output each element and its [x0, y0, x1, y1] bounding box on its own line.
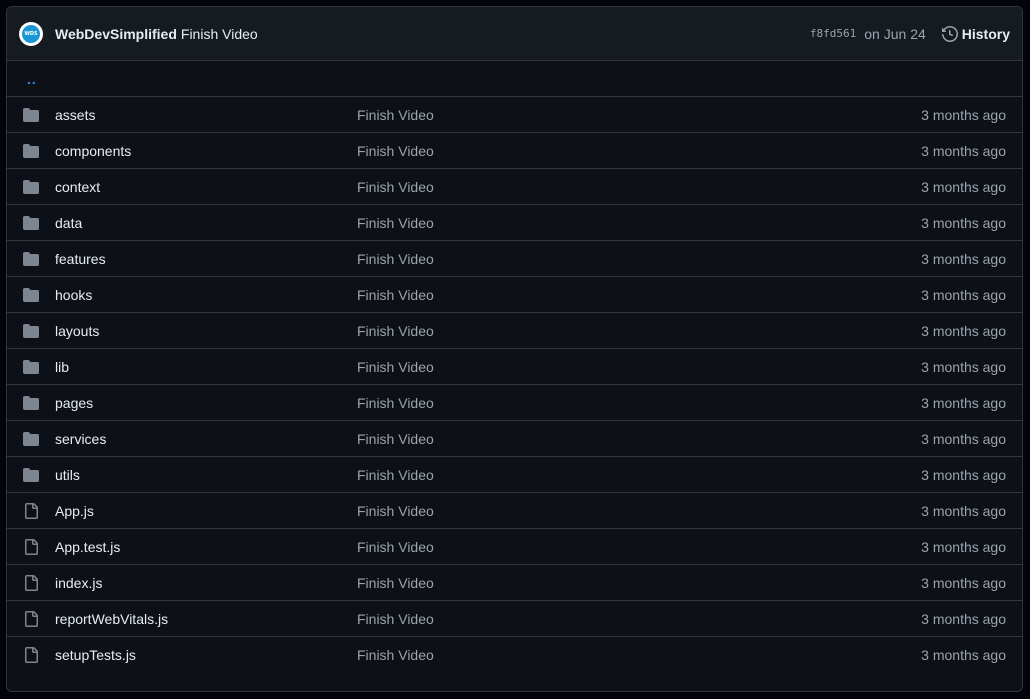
- file-row-context[interactable]: context Finish Video 3 months ago: [7, 169, 1022, 205]
- file-list: assets Finish Video 3 months ago components…: [7, 97, 1022, 673]
- commit-message-link[interactable]: Finish Video: [357, 251, 921, 267]
- commit-age: 3 months ago: [921, 106, 1006, 123]
- file-row-lib[interactable]: lib Finish Video 3 months ago: [7, 349, 1022, 385]
- commit-age: 3 months ago: [921, 286, 1006, 303]
- folder-icon: [23, 431, 39, 447]
- commit-message-link[interactable]: Finish Video: [357, 359, 921, 375]
- file-icon: [23, 647, 39, 663]
- file-name-link[interactable]: hooks: [55, 287, 357, 303]
- commit-age: 3 months ago: [921, 214, 1006, 231]
- commit-message-link[interactable]: Finish Video: [357, 395, 921, 411]
- folder-icon: [23, 323, 39, 339]
- commit-message-link[interactable]: Finish Video: [357, 611, 921, 627]
- commit-message-link[interactable]: Finish Video: [181, 26, 258, 42]
- commit-message-link[interactable]: Finish Video: [357, 323, 921, 339]
- commit-age: 3 months ago: [921, 610, 1006, 627]
- file-name-link[interactable]: features: [55, 251, 357, 267]
- commit-message-link[interactable]: Finish Video: [357, 575, 921, 591]
- file-row-hooks[interactable]: hooks Finish Video 3 months ago: [7, 277, 1022, 313]
- commit-age: 3 months ago: [921, 538, 1006, 555]
- folder-icon: [23, 395, 39, 411]
- history-icon: [941, 25, 958, 42]
- commit-age: 3 months ago: [921, 358, 1006, 375]
- file-row-data[interactable]: data Finish Video 3 months ago: [7, 205, 1022, 241]
- file-row-components[interactable]: components Finish Video 3 months ago: [7, 133, 1022, 169]
- avatar[interactable]: WDS: [19, 21, 43, 46]
- file-row-app-test-js[interactable]: App.test.js Finish Video 3 months ago: [7, 529, 1022, 565]
- file-name-link[interactable]: utils: [55, 467, 357, 483]
- file-name-link[interactable]: lib: [55, 359, 357, 375]
- commit-author-link[interactable]: WebDevSimplified: [55, 26, 177, 42]
- file-row-index-js[interactable]: index.js Finish Video 3 months ago: [7, 565, 1022, 601]
- history-label: History: [961, 25, 1010, 42]
- file-browser: WDS WebDevSimplified Finish Video f8fd56…: [6, 6, 1023, 692]
- parent-directory-link[interactable]: ..: [23, 71, 37, 87]
- commit-message-link[interactable]: Finish Video: [357, 647, 921, 663]
- commit-message-link[interactable]: Finish Video: [357, 467, 921, 483]
- file-row-services[interactable]: services Finish Video 3 months ago: [7, 421, 1022, 457]
- commit-message-link[interactable]: Finish Video: [357, 179, 921, 195]
- commit-age: 3 months ago: [921, 430, 1006, 447]
- file-icon: [23, 502, 39, 519]
- file-icon: [23, 574, 39, 591]
- folder-icon: [23, 215, 39, 231]
- commit-age: 3 months ago: [921, 394, 1006, 411]
- file-name-link[interactable]: context: [55, 179, 357, 195]
- commit-message-link[interactable]: Finish Video: [357, 539, 921, 555]
- file-name-link[interactable]: App.js: [55, 503, 357, 519]
- commit-message-link[interactable]: Finish Video: [357, 503, 921, 519]
- commit-age: 3 months ago: [921, 250, 1006, 267]
- folder-icon: [23, 179, 39, 195]
- folder-icon: [23, 143, 39, 159]
- file-name-link[interactable]: App.test.js: [55, 539, 357, 555]
- file-row-features[interactable]: features Finish Video 3 months ago: [7, 241, 1022, 277]
- file-row-utils[interactable]: utils Finish Video 3 months ago: [7, 457, 1022, 493]
- latest-commit-bar: WDS WebDevSimplified Finish Video f8fd56…: [7, 7, 1022, 61]
- parent-directory-row[interactable]: ..: [7, 61, 1022, 97]
- commit-age: 3 months ago: [921, 574, 1006, 591]
- commit-age: 3 months ago: [921, 322, 1006, 339]
- file-name-link[interactable]: layouts: [55, 323, 357, 339]
- commit-age: 3 months ago: [921, 502, 1006, 519]
- file-row-pages[interactable]: pages Finish Video 3 months ago: [7, 385, 1022, 421]
- file-row-assets[interactable]: assets Finish Video 3 months ago: [7, 97, 1022, 133]
- file-name-link[interactable]: pages: [55, 395, 357, 411]
- avatar-logo: WDS: [22, 24, 40, 43]
- commit-message-link[interactable]: Finish Video: [357, 215, 921, 231]
- commit-message-link[interactable]: Finish Video: [357, 431, 921, 447]
- commit-age: 3 months ago: [921, 178, 1006, 195]
- file-name-link[interactable]: setupTests.js: [55, 647, 357, 663]
- file-name-link[interactable]: reportWebVitals.js: [55, 611, 357, 627]
- commit-age: 3 months ago: [921, 466, 1006, 483]
- file-name-link[interactable]: index.js: [55, 575, 357, 591]
- commit-date: on Jun 24: [864, 25, 926, 42]
- commit-message-link[interactable]: Finish Video: [357, 287, 921, 303]
- folder-icon: [23, 467, 39, 483]
- commit-age: 3 months ago: [921, 142, 1006, 159]
- folder-icon: [23, 287, 39, 303]
- file-icon: [23, 538, 39, 555]
- file-name-link[interactable]: services: [55, 431, 357, 447]
- history-button[interactable]: History: [941, 25, 1010, 42]
- file-name-link[interactable]: assets: [55, 107, 357, 123]
- folder-icon: [23, 359, 39, 375]
- commit-message-link[interactable]: Finish Video: [357, 143, 921, 159]
- file-row-layouts[interactable]: layouts Finish Video 3 months ago: [7, 313, 1022, 349]
- file-row-setuptests-js[interactable]: setupTests.js Finish Video 3 months ago: [7, 637, 1022, 673]
- folder-icon: [23, 251, 39, 267]
- file-row-app-js[interactable]: App.js Finish Video 3 months ago: [7, 493, 1022, 529]
- file-name-link[interactable]: data: [55, 215, 357, 231]
- file-name-link[interactable]: components: [55, 143, 357, 159]
- commit-sha-link[interactable]: f8fd561: [810, 27, 856, 40]
- file-row-reportwebvitals-js[interactable]: reportWebVitals.js Finish Video 3 months a…: [7, 601, 1022, 637]
- folder-icon: [23, 107, 39, 123]
- commit-age: 3 months ago: [921, 647, 1006, 663]
- file-icon: [23, 610, 39, 627]
- commit-message-link[interactable]: Finish Video: [357, 107, 921, 123]
